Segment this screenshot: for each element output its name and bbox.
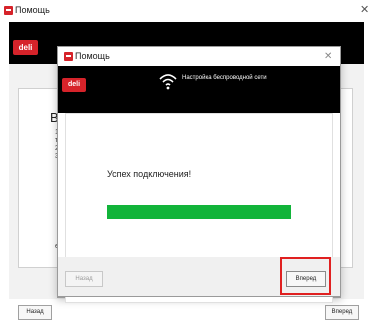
dialog-header-banner: deli Настройка беспроводной сети <box>58 66 340 113</box>
progress-fill <box>107 205 291 219</box>
dialog-title: Помощь <box>75 51 110 61</box>
dialog-header-title: Настройка беспроводной сети <box>182 75 267 81</box>
dialog-back-button[interactable]: Назад <box>65 271 103 287</box>
dialog-close-button[interactable]: ✕ <box>324 51 332 62</box>
wifi-icon <box>159 74 177 90</box>
dialog-app-icon <box>64 52 73 61</box>
outer-deli-logo: deli <box>13 40 38 55</box>
app-icon <box>4 6 13 15</box>
outer-back-button[interactable]: Назад <box>18 305 52 320</box>
deli-logo: deli <box>62 78 86 92</box>
outer-window-title: Помощь <box>15 5 50 15</box>
connection-status-message: Успех подключения! <box>107 169 192 179</box>
outer-next-button[interactable]: Вперед <box>325 305 359 320</box>
next-button-highlight <box>280 257 331 295</box>
progress-bar <box>107 205 291 219</box>
outer-title-bar <box>0 0 373 22</box>
outer-close-button[interactable]: ✕ <box>360 3 369 16</box>
